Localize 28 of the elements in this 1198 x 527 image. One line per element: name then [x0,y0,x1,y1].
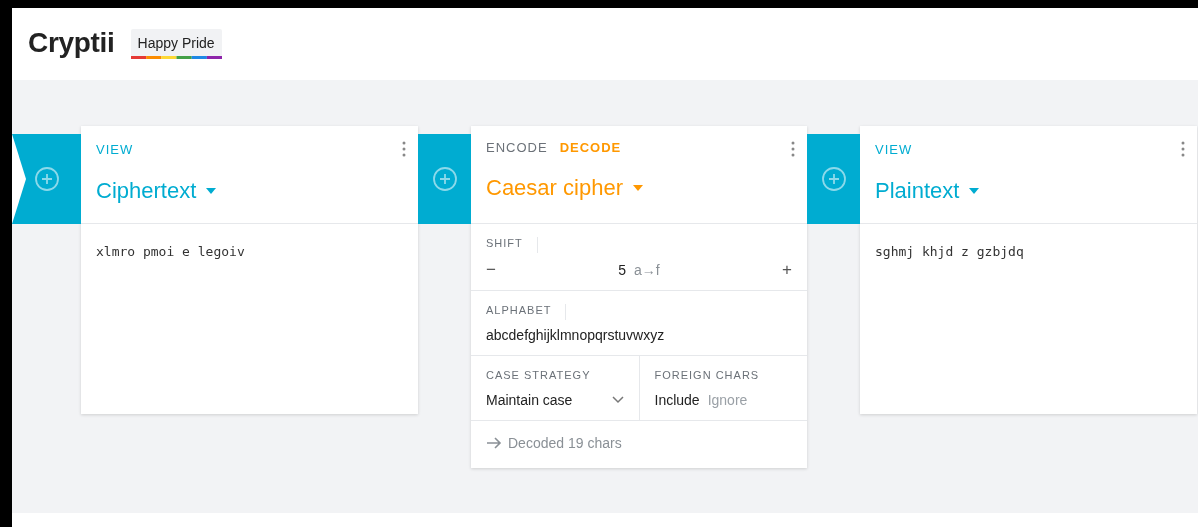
app-title: Cryptii [28,27,115,59]
status-text: Decoded 19 chars [508,435,622,451]
brick-type-label: VIEW [96,142,134,157]
more-icon[interactable] [1181,141,1185,157]
toggle-option[interactable]: Include [654,392,700,408]
arrow-icon [486,437,502,449]
pride-badge: Happy Pride [130,29,222,59]
shift-mapping: a→f [634,262,660,278]
more-icon[interactable] [791,141,795,157]
setting-label: CASE STRATEGY [486,369,591,383]
notch-icon [12,134,26,224]
increment-button[interactable]: + [782,260,792,280]
caret-icon [206,188,217,194]
text-content[interactable]: sghmj khjd z gzbjdq [860,224,1197,279]
brick-type-label: VIEW [875,142,913,157]
caret-icon [632,185,643,191]
more-icon[interactable] [402,141,406,157]
shift-value[interactable]: 5 [618,262,627,278]
chevron-icon [611,396,624,404]
decrement-button[interactable]: − [486,260,496,280]
caret-icon [969,188,980,194]
case-strategy-select[interactable]: Maintain case [486,392,624,408]
alphabet-field[interactable]: abcdefghijklmnopqrstuvwxyz [486,327,665,343]
setting-label: FOREIGN CHARS [654,369,760,383]
text-content[interactable]: xlmro pmoi e legoiv [81,224,418,279]
mode-tab[interactable]: ENCODE [486,140,548,155]
setting-label: ALPHABET [486,304,567,320]
setting-label: SHIFT [486,237,538,253]
